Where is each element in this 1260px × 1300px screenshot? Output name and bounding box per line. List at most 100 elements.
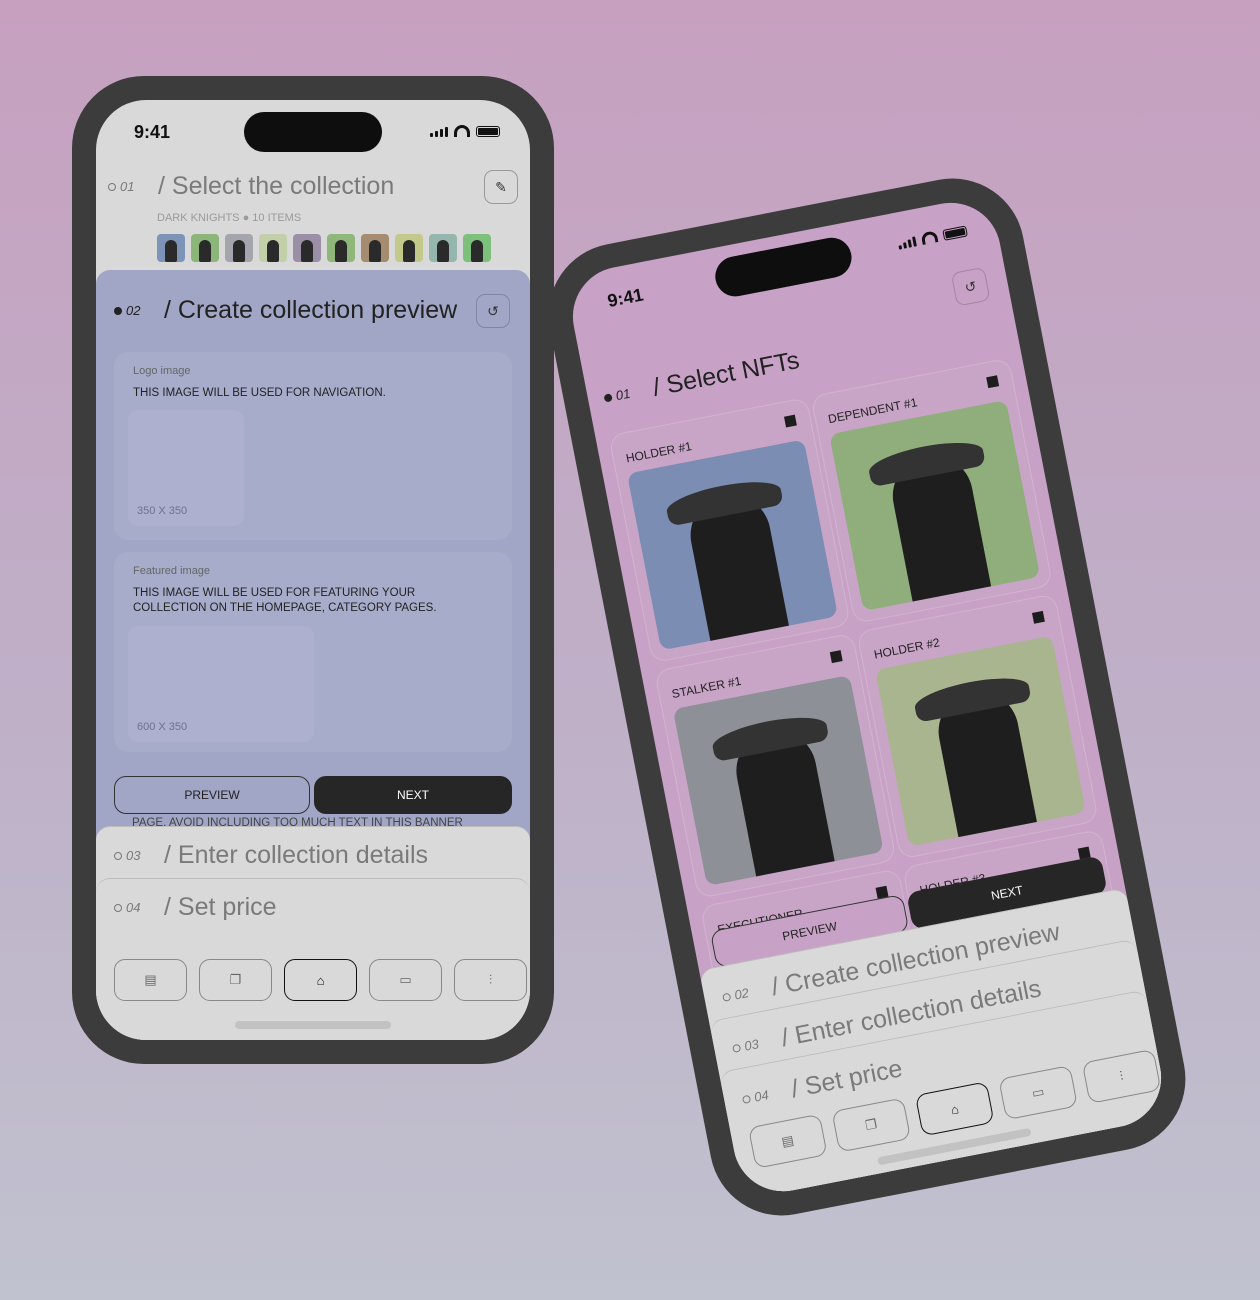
battery-icon	[942, 225, 968, 241]
checkbox-checked-icon[interactable]	[829, 650, 843, 664]
featured-upload-area[interactable]: 600 X 350	[128, 626, 314, 742]
left-phone: 9:41 01 / Select the collection ✎ DARK K…	[72, 76, 554, 1064]
cards-icon: ▤	[144, 972, 157, 987]
nft-name: HOLDER #1	[624, 438, 693, 466]
step-title: / Create collection preview	[164, 296, 458, 324]
signal-icon	[430, 127, 448, 137]
step-1-header[interactable]: 01 / Select the collection	[108, 172, 394, 201]
collection-thumbnail[interactable]	[395, 234, 423, 262]
tab-wallet[interactable]: ▭	[369, 959, 442, 1001]
logo-description: THIS IMAGE WILL BE USED FOR NAVIGATION.	[133, 387, 386, 399]
step-dot-icon	[108, 182, 116, 191]
pencil-icon: ✎	[495, 178, 507, 195]
step-number: 01	[614, 385, 632, 404]
wifi-icon	[454, 125, 470, 137]
collection-thumbnails	[157, 234, 491, 262]
nft-image	[672, 674, 884, 886]
checkbox-checked-icon[interactable]	[986, 375, 1000, 389]
step-2-header[interactable]: 02 / Create collection preview	[114, 296, 457, 325]
featured-description: THIS IMAGE WILL BE USED FOR FEATURING YO…	[133, 587, 437, 614]
nft-card[interactable]: HOLDER #2	[857, 594, 1098, 859]
undo-icon: ↺	[963, 277, 978, 296]
dynamic-island	[711, 234, 855, 300]
featured-label: Featured image	[133, 565, 211, 577]
tab-store[interactable]: ⌂	[284, 959, 357, 1001]
home-indicator	[235, 1021, 391, 1029]
cards-icon: ▤	[780, 1132, 796, 1150]
status-icons	[430, 125, 500, 137]
right-phone: 9:41 ↺ 01 / Select NFTs HOLDER #1 DEPENDE…	[536, 166, 1198, 1228]
nft-card[interactable]: STALKER #1	[655, 633, 896, 898]
next-button[interactable]: NEXT	[314, 776, 512, 814]
status-icons	[897, 224, 968, 250]
bottom-tab-bar: ▤ ❐ ⌂ ▭ ⫶	[114, 959, 527, 1001]
collection-thumbnail[interactable]	[463, 234, 491, 262]
nft-card[interactable]: DEPENDENT #1	[811, 358, 1052, 623]
step-3-header[interactable]: 03 / Enter collection details	[114, 841, 428, 870]
collection-thumbnail[interactable]	[293, 234, 321, 262]
logo-upload-area[interactable]: 350 X 350	[128, 410, 244, 526]
step-number: 04	[126, 900, 141, 915]
edit-button[interactable]: ✎	[484, 170, 518, 204]
nft-image	[874, 635, 1087, 847]
step-dot-icon	[114, 903, 122, 912]
tab-sliders[interactable]: ⫶	[454, 959, 527, 1001]
copy-icon: ❐	[864, 1116, 879, 1134]
logo-label: Logo image	[133, 365, 191, 377]
preview-button[interactable]: PREVIEW	[114, 776, 310, 814]
nft-card[interactable]: HOLDER #1	[609, 398, 850, 663]
status-time: 9:41	[605, 284, 645, 312]
right-screen: 9:41 ↺ 01 / Select NFTs HOLDER #1 DEPENDE…	[564, 194, 1170, 1200]
featured-size: 600 X 350	[137, 721, 188, 733]
collection-thumbnail[interactable]	[429, 234, 457, 262]
collection-meta: DARK KNIGHTS ● 10 ITEMS	[157, 212, 302, 224]
wallet-icon: ▭	[399, 972, 412, 987]
checkbox-checked-icon[interactable]	[1031, 610, 1045, 624]
left-screen: 9:41 01 / Select the collection ✎ DARK K…	[96, 100, 530, 1040]
step-4-header[interactable]: 04 / Set price	[114, 893, 277, 922]
collection-name: DARK KNIGHTS	[157, 212, 240, 224]
store-icon: ⌂	[949, 1100, 960, 1117]
status-time: 9:41	[134, 122, 171, 142]
sliders-icon: ⫶	[488, 972, 493, 987]
step-title: / Select NFTs	[650, 346, 802, 402]
step-dot-icon	[114, 306, 122, 315]
step-title: / Select the collection	[158, 172, 395, 200]
step-number: 04	[752, 1087, 770, 1105]
step-number: 02	[126, 303, 141, 318]
nft-name: HOLDER #2	[872, 635, 941, 662]
collection-thumbnail[interactable]	[225, 234, 253, 262]
step-dot-icon	[731, 1043, 742, 1053]
logo-image-card: Logo image THIS IMAGE WILL BE USED FOR N…	[114, 352, 512, 540]
step-dot-icon	[741, 1094, 752, 1104]
featured-image-card: Featured image THIS IMAGE WILL BE USED F…	[114, 552, 512, 752]
step-number: 03	[742, 1036, 761, 1054]
tab-copy[interactable]: ❐	[199, 959, 272, 1001]
collection-thumbnail[interactable]	[327, 234, 355, 262]
collection-thumbnail[interactable]	[259, 234, 287, 262]
item-count: 10 ITEMS	[252, 212, 302, 224]
step-dot-icon	[603, 392, 613, 403]
store-icon: ⌂	[316, 972, 325, 988]
signal-icon	[897, 236, 917, 250]
collection-thumbnail[interactable]	[157, 234, 185, 262]
step-title: / Set price	[164, 893, 277, 921]
copy-icon: ❐	[229, 972, 242, 987]
step-2-section: 02 / Create collection preview ↺ Logo im…	[96, 270, 530, 870]
tab-cards[interactable]: ▤	[114, 959, 187, 1001]
wallet-icon: ▭	[1030, 1083, 1046, 1101]
step-number: 02	[733, 985, 751, 1003]
collection-thumbnail[interactable]	[361, 234, 389, 262]
checkbox-checked-icon[interactable]	[783, 414, 797, 428]
step-1-header[interactable]: 01 / Select NFTs	[601, 346, 802, 412]
step-dot-icon	[721, 992, 732, 1002]
nft-image	[626, 439, 839, 651]
reset-button[interactable]: ↺	[950, 266, 991, 307]
reset-button[interactable]: ↺	[476, 294, 510, 328]
collection-thumbnail[interactable]	[191, 234, 219, 262]
step-title: / Enter collection details	[164, 841, 429, 869]
battery-icon	[476, 126, 500, 137]
dynamic-island	[244, 112, 382, 152]
wifi-icon	[920, 230, 939, 246]
sliders-icon: ⫶	[1118, 1068, 1125, 1084]
